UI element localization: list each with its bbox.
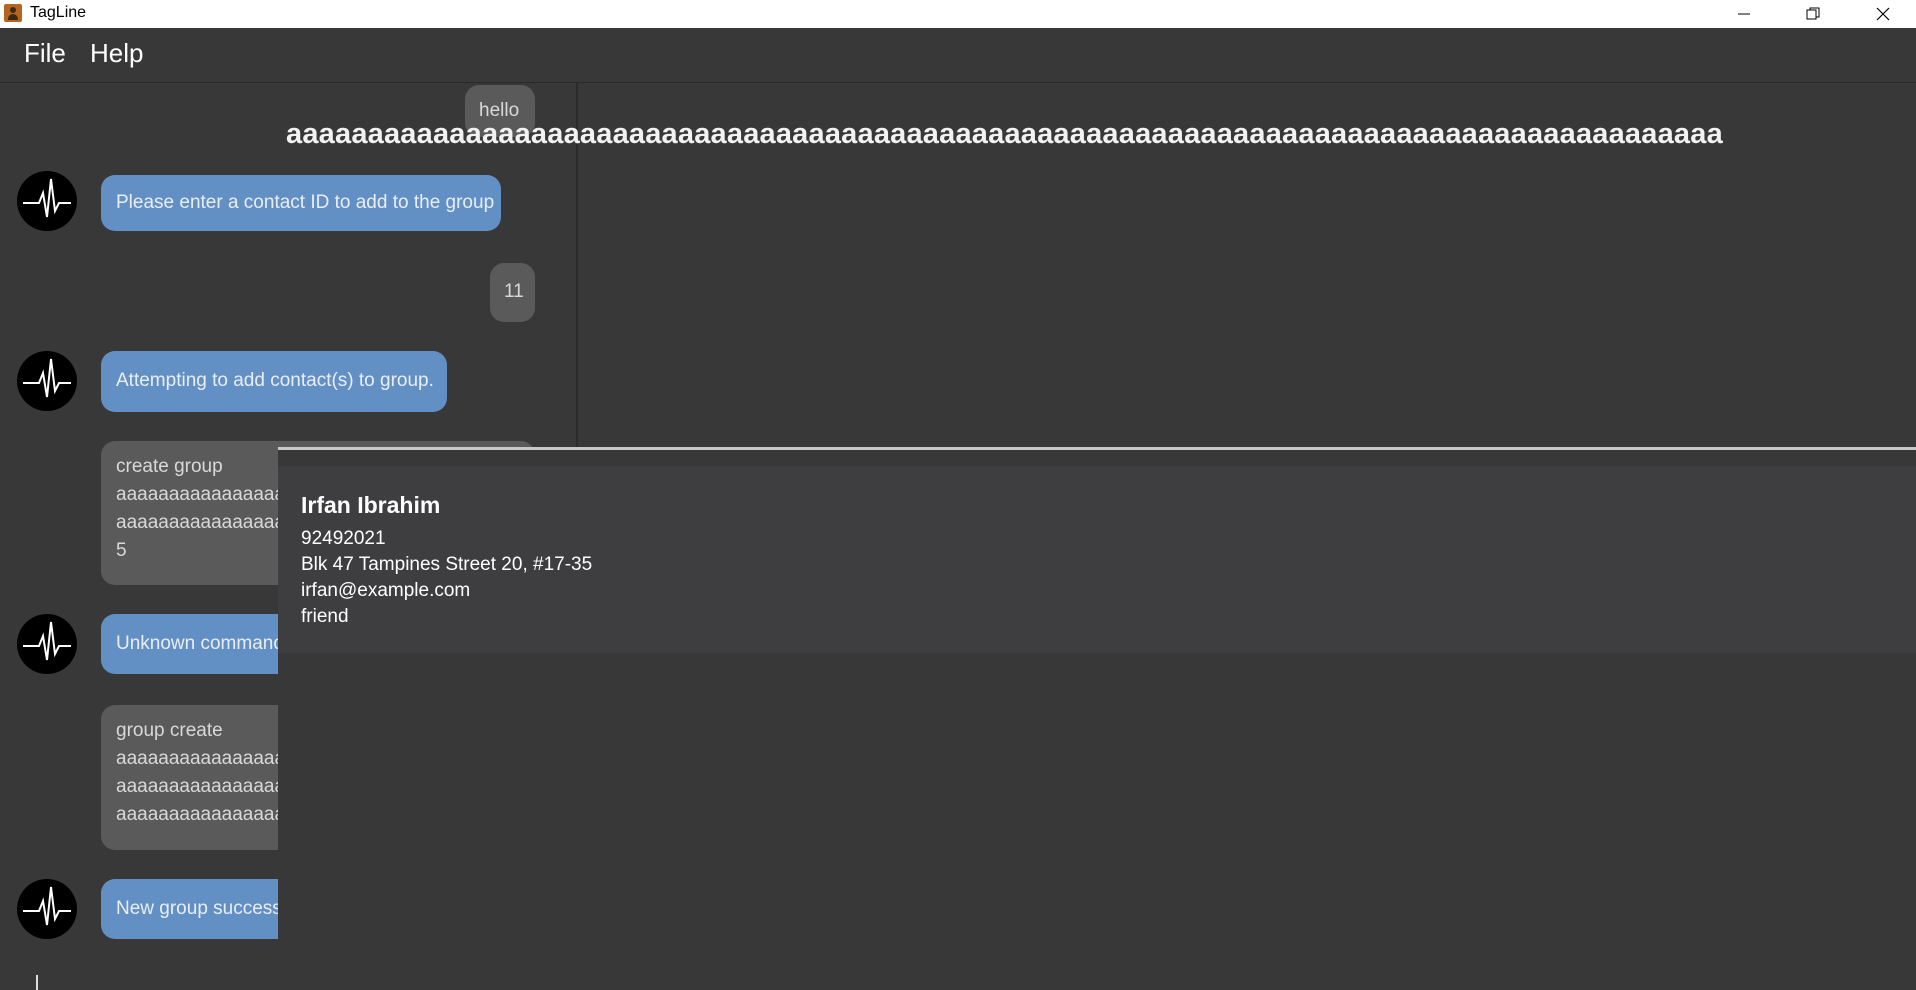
restore-icon	[1806, 7, 1820, 20]
window-title: TagLine	[30, 4, 87, 21]
bot-avatar	[17, 614, 77, 674]
overflow-message-text: aaaaaaaaaaaaaaaaaaaaaaaaaaaaaaaaaaaaaaaa…	[286, 118, 1723, 150]
minimize-icon	[1738, 13, 1750, 15]
contact-tag: friend	[301, 606, 349, 627]
message-text: Please enter a contact ID to add to the …	[116, 192, 495, 213]
menu-file[interactable]: File	[24, 38, 66, 69]
minimize-button[interactable]	[1714, 0, 1774, 28]
message-text: Attempting to add contact(s) to group.	[116, 370, 434, 391]
heartbeat-icon	[23, 178, 71, 218]
close-icon	[1876, 7, 1890, 21]
heartbeat-icon	[23, 621, 71, 661]
tagline-app-icon	[4, 4, 22, 22]
menu-bar: File Help	[0, 28, 1916, 83]
heartbeat-icon	[23, 886, 71, 926]
bot-avatar	[17, 879, 77, 939]
close-button[interactable]	[1853, 0, 1913, 28]
contact-email: irfan@example.com	[301, 580, 471, 601]
contact-phone: 92492021	[301, 528, 386, 549]
message-text: 11	[504, 281, 524, 302]
contact-name: Irfan Ibrahim	[301, 492, 441, 518]
bot-message: Please enter a contact ID to add to the …	[101, 175, 501, 231]
contact-address: Blk 47 Tampines Street 20, #17-35	[301, 554, 593, 575]
input-caret[interactable]	[36, 975, 38, 990]
bot-avatar	[17, 171, 77, 231]
title-bar: TagLine	[0, 0, 1916, 28]
heartbeat-icon	[23, 358, 71, 398]
user-message: 11	[490, 263, 535, 322]
bot-message: Attempting to add contact(s) to group.	[101, 351, 447, 412]
restore-button[interactable]	[1783, 0, 1843, 28]
bot-avatar	[17, 351, 77, 411]
menu-help[interactable]: Help	[90, 38, 143, 69]
